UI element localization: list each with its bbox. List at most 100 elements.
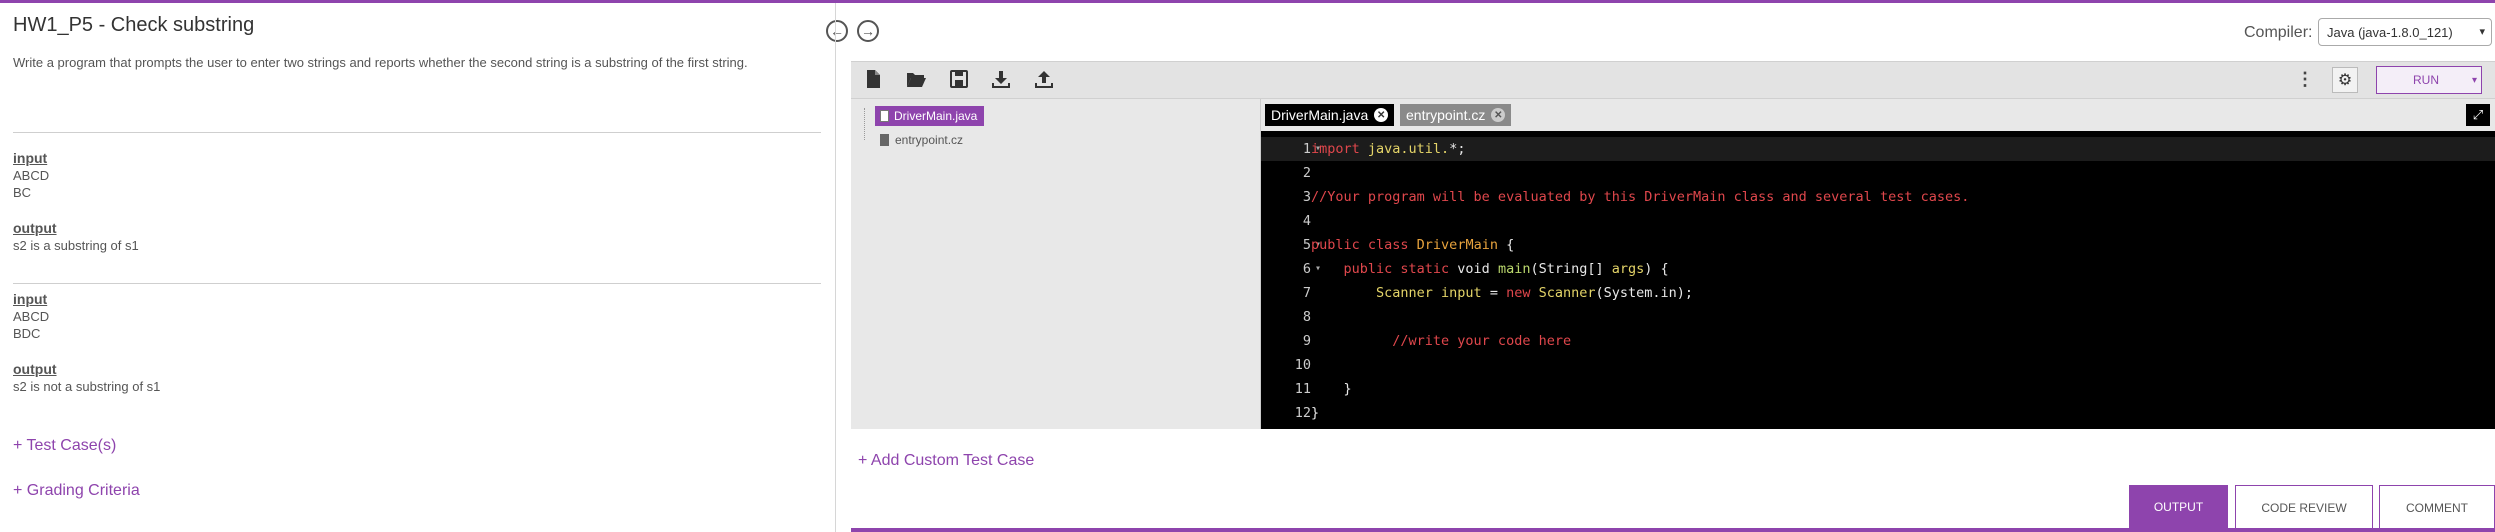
add-custom-test-case-link[interactable]: + Add Custom Test Case bbox=[858, 452, 1034, 470]
line-number: 4 bbox=[1302, 213, 1311, 229]
close-icon[interactable]: ✕ bbox=[1374, 108, 1389, 122]
tab-comment[interactable]: COMMENT bbox=[2379, 485, 2495, 529]
run-dropdown-button[interactable]: ▾ bbox=[2468, 66, 2482, 94]
code-line: 11 } bbox=[1261, 377, 2495, 401]
example-1-input-line-1: ABCD bbox=[13, 168, 50, 183]
tab-label: entrypoint.cz bbox=[1406, 107, 1486, 123]
tab-label: DriverMain.java bbox=[1271, 107, 1369, 123]
panel-divider[interactable] bbox=[835, 3, 836, 532]
code-line: 3 //Your program will be evaluated by th… bbox=[1261, 185, 2495, 209]
code-token: import bbox=[1311, 141, 1360, 157]
editor-toolbar bbox=[851, 61, 2495, 99]
problem-panel bbox=[0, 3, 835, 532]
divider bbox=[13, 132, 821, 133]
problem-description: Write a program that prompts the user to… bbox=[13, 55, 748, 70]
download-icon[interactable] bbox=[990, 68, 1012, 90]
save-icon[interactable] bbox=[948, 68, 970, 90]
example-2-input-line-1: ABCD bbox=[13, 309, 50, 324]
line-number: 9 bbox=[1302, 333, 1311, 349]
code-comment: //Your program will be evaluated by this… bbox=[1311, 189, 1970, 205]
open-folder-icon[interactable] bbox=[905, 68, 927, 90]
example-2-output-label: output bbox=[13, 361, 57, 377]
grading-criteria-link[interactable]: + Grading Criteria bbox=[13, 482, 140, 500]
code-token: ) { bbox=[1644, 261, 1669, 277]
close-icon[interactable]: ✕ bbox=[1491, 108, 1506, 122]
file-tree bbox=[851, 99, 1261, 429]
code-token: (System.in); bbox=[1595, 285, 1694, 301]
code-token: new bbox=[1497, 285, 1531, 301]
run-button[interactable]: RUN bbox=[2376, 66, 2476, 94]
code-token: Scanner bbox=[1530, 285, 1596, 301]
file-icon bbox=[880, 134, 889, 146]
compiler-selected-value: Java (java-1.8.0_121) bbox=[2327, 25, 2453, 40]
line-number: 3 bbox=[1302, 189, 1311, 205]
example-1-input-label: input bbox=[13, 150, 48, 166]
code-line: 2 bbox=[1261, 161, 2495, 185]
expand-right-button[interactable]: → bbox=[857, 20, 879, 42]
example-2-input-line-2: BDC bbox=[13, 326, 41, 341]
code-token: void bbox=[1449, 261, 1490, 277]
fullscreen-expand-icon[interactable]: ⤢ bbox=[2466, 104, 2490, 126]
example-2-input-label: input bbox=[13, 291, 48, 307]
tab-code-review[interactable]: CODE REVIEW bbox=[2235, 485, 2373, 529]
example-1-output-line-1: s2 is a substring of s1 bbox=[13, 238, 139, 253]
settings-gear-icon[interactable]: ⚙ bbox=[2332, 67, 2358, 93]
example-1-output-label: output bbox=[13, 220, 57, 236]
example-1-input-line-2: BC bbox=[13, 185, 32, 200]
code-token: main bbox=[1489, 261, 1531, 277]
file-tree-item-drivermain[interactable]: DriverMain.java bbox=[875, 106, 985, 126]
compiler-select[interactable]: Java (java-1.8.0_121) ▾ bbox=[2318, 18, 2492, 46]
tab-output[interactable]: OUTPUT bbox=[2129, 485, 2228, 529]
divider bbox=[13, 283, 821, 284]
code-line: 5 ▾ public class DriverMain { bbox=[1261, 233, 2495, 257]
code-comment: //write your code here bbox=[1311, 333, 1572, 349]
code-token: DriverMain bbox=[1408, 237, 1498, 253]
file-name: DriverMain.java bbox=[894, 109, 978, 123]
code-line: 10 bbox=[1261, 353, 2495, 377]
line-number: 5 bbox=[1302, 237, 1311, 253]
arrow-left-icon: ← bbox=[830, 23, 844, 39]
compiler-label: Compiler: bbox=[2244, 24, 2313, 41]
bottom-accent-bar bbox=[851, 528, 2495, 532]
code-editor[interactable]: 1 ▾ import java.util.*; 2 3 //Your progr… bbox=[1261, 131, 2495, 429]
code-token: public class bbox=[1311, 237, 1409, 253]
line-number: 12 bbox=[1294, 405, 1311, 421]
line-number: 10 bbox=[1294, 357, 1311, 373]
code-line: 9 //write your code here bbox=[1261, 329, 2495, 353]
code-line: 4 bbox=[1261, 209, 2495, 233]
code-token: (String[] bbox=[1530, 261, 1604, 277]
file-icon bbox=[880, 110, 889, 122]
code-line: 6 ▾ public static void main(String[] arg… bbox=[1261, 257, 2495, 281]
code-token: = bbox=[1481, 285, 1498, 301]
code-token: input bbox=[1432, 285, 1482, 301]
collapse-left-button[interactable]: ← bbox=[826, 20, 848, 42]
arrow-right-icon: → bbox=[861, 23, 875, 39]
code-token: } bbox=[1311, 405, 1320, 421]
test-cases-link[interactable]: + Test Case(s) bbox=[13, 437, 116, 455]
line-number: 6 bbox=[1302, 261, 1311, 277]
code-line: 7 Scanner input = new Scanner(System.in)… bbox=[1261, 281, 2495, 305]
tab-entrypoint[interactable]: entrypoint.cz ✕ bbox=[1400, 104, 1512, 126]
line-number: 2 bbox=[1302, 165, 1311, 181]
file-tree-item-entrypoint[interactable]: entrypoint.cz bbox=[880, 133, 963, 147]
upload-icon[interactable] bbox=[1033, 68, 1055, 90]
code-token: Scanner bbox=[1311, 285, 1433, 301]
tab-drivermain[interactable]: DriverMain.java ✕ bbox=[1265, 104, 1395, 126]
line-number: 8 bbox=[1302, 309, 1311, 325]
problem-title: HW1_P5 - Check substring bbox=[13, 14, 255, 36]
code-token: java.util. bbox=[1359, 141, 1450, 157]
code-token: public static bbox=[1311, 261, 1450, 277]
code-token: args bbox=[1603, 261, 1645, 277]
tree-guide-line bbox=[864, 108, 866, 140]
line-number: 1 bbox=[1302, 141, 1311, 157]
example-2-output-line-1: s2 is not a substring of s1 bbox=[13, 379, 161, 394]
chevron-down-icon: ▾ bbox=[2479, 26, 2485, 38]
code-token: *; bbox=[1449, 141, 1466, 157]
line-number: 7 bbox=[1302, 285, 1311, 301]
code-line: 8 bbox=[1261, 305, 2495, 329]
code-line: 12 } bbox=[1261, 401, 2495, 425]
file-name: entrypoint.cz bbox=[895, 133, 964, 147]
new-file-icon[interactable] bbox=[862, 68, 884, 90]
more-options-icon[interactable]: ⋮ bbox=[2296, 69, 2314, 89]
line-number: 11 bbox=[1294, 381, 1311, 397]
